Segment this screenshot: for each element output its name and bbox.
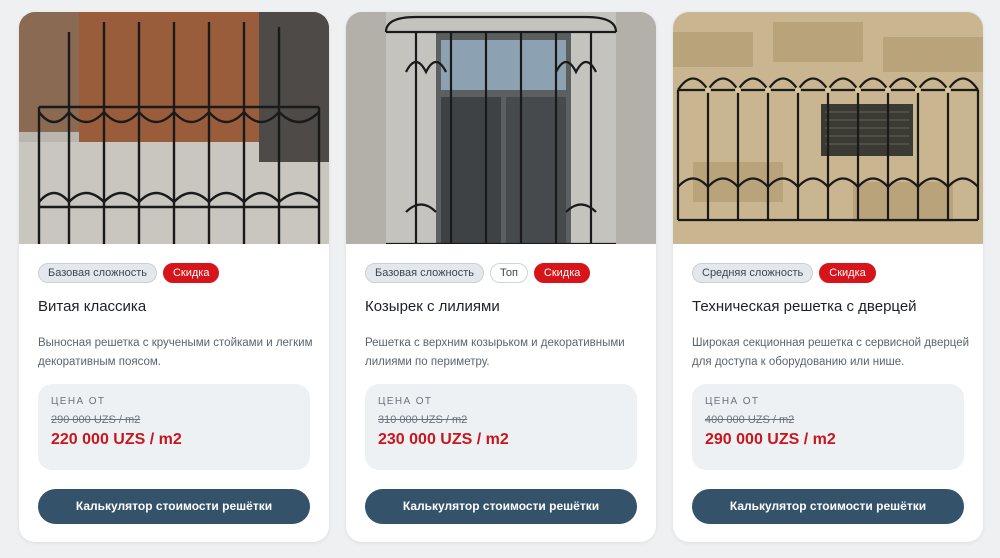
old-price: 310 000 UZS / m2: [378, 414, 468, 426]
price-label: ЦЕНА ОТ: [705, 396, 760, 407]
price-calculator-button[interactable]: Калькулятор стоимости решётки: [365, 489, 637, 524]
price-calculator-button[interactable]: Калькулятор стоимости решётки: [38, 489, 310, 524]
complexity-badge: Базовая сложность: [38, 263, 157, 283]
discount-badge: Скидка: [533, 263, 591, 283]
product-description: Решетка с верхним козырьком и декоративн…: [365, 337, 625, 368]
price-calculator-button[interactable]: Калькулятор стоимости решётки: [692, 489, 964, 524]
price-box: ЦЕНА ОТ 290 000 UZS / m2 220 000 UZS / m…: [38, 384, 310, 470]
discount-badge: Скидка: [162, 263, 220, 283]
complexity-badge: Базовая сложность: [365, 263, 484, 283]
product-title[interactable]: Витая классика: [38, 298, 146, 315]
product-card[interactable]: Средняя сложность Скидка Техническая реш…: [673, 12, 983, 542]
top-badge: Топ: [489, 263, 528, 283]
product-photo[interactable]: [19, 12, 329, 244]
product-grid: Базовая сложность Скидка Витая классика …: [19, 12, 983, 542]
old-price: 400 000 UZS / m2: [705, 414, 795, 426]
price-label: ЦЕНА ОТ: [378, 396, 433, 407]
complexity-badge: Средняя сложность: [692, 263, 814, 283]
badge-row: Базовая сложность Скидка: [38, 263, 220, 283]
new-price: 290 000 UZS / m2: [705, 431, 836, 448]
product-card[interactable]: Базовая сложность Скидка Витая классика …: [19, 12, 329, 542]
new-price: 220 000 UZS / m2: [51, 431, 182, 448]
new-price: 230 000 UZS / m2: [378, 431, 509, 448]
product-title[interactable]: Козырек с лилиями: [365, 298, 500, 315]
badge-row: Базовая сложность Топ Скидка: [365, 263, 591, 283]
price-box: ЦЕНА ОТ 310 000 UZS / m2 230 000 UZS / m…: [365, 384, 637, 470]
product-photo[interactable]: [673, 12, 983, 244]
product-title[interactable]: Техническая решетка с дверцей: [692, 298, 917, 315]
badge-row: Средняя сложность Скидка: [692, 263, 876, 283]
old-price: 290 000 UZS / m2: [51, 414, 141, 426]
product-description: Выносная решетка с кручеными стойками и …: [38, 337, 313, 368]
price-label: ЦЕНА ОТ: [51, 396, 106, 407]
product-description: Широкая секционная решетка с сервисной д…: [692, 337, 970, 368]
price-box: ЦЕНА ОТ 400 000 UZS / m2 290 000 UZS / m…: [692, 384, 964, 470]
discount-badge: Скидка: [819, 263, 876, 283]
product-photo[interactable]: [346, 12, 656, 244]
product-card[interactable]: Базовая сложность Топ Скидка Козырек с л…: [346, 12, 656, 542]
